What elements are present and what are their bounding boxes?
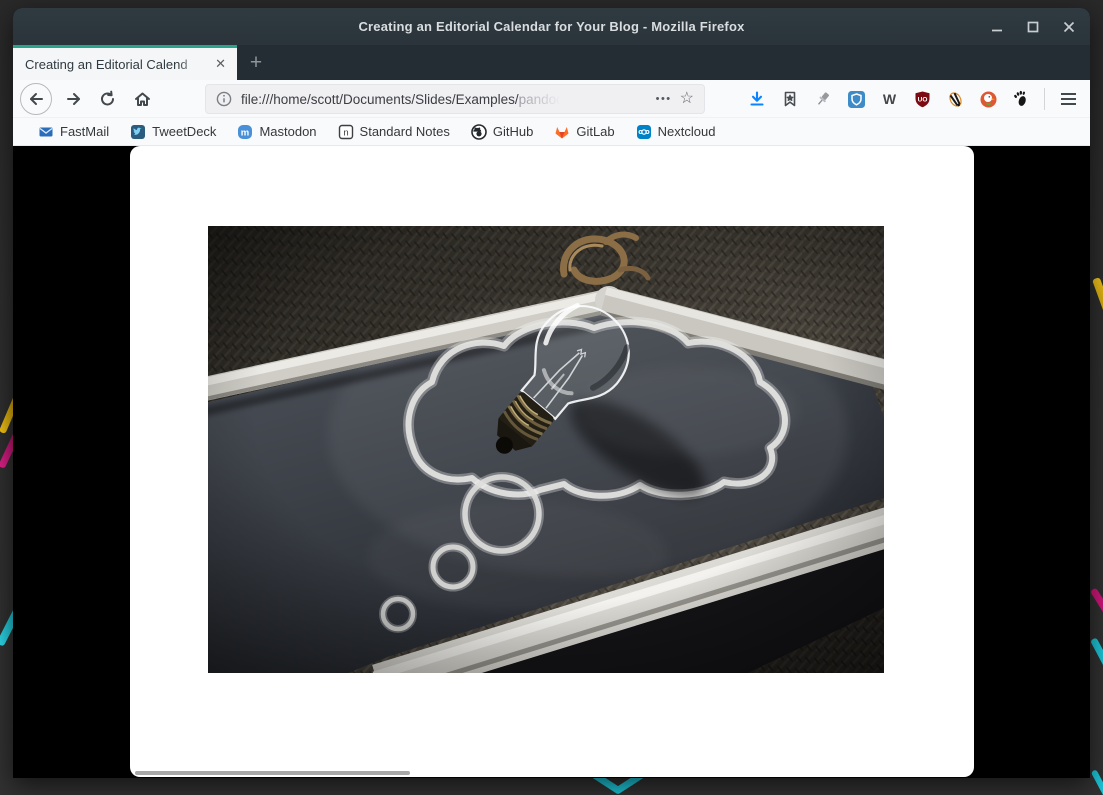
tab-active[interactable]: Creating an Editorial Calend ✕ <box>13 45 237 80</box>
wallpaper-streak <box>1091 769 1103 795</box>
nextcloud-icon <box>636 124 652 140</box>
home-icon <box>133 90 152 108</box>
bookmark-nextcloud[interactable]: Nextcloud <box>636 124 716 140</box>
bookmark-fastmail[interactable]: FastMail <box>38 124 109 140</box>
reload-button[interactable] <box>92 83 124 115</box>
svg-text:n: n <box>343 127 348 138</box>
bookmark-tweetdeck[interactable]: TweetDeck <box>130 124 216 140</box>
navigation-toolbar: file:///home/scott/Documents/Slides/Exam… <box>13 80 1090 118</box>
toolbar-separator <box>1044 88 1045 110</box>
close-icon[interactable] <box>1058 16 1080 38</box>
wallpaper-streak <box>1090 588 1103 624</box>
gnome-foot-icon[interactable] <box>1009 87 1033 111</box>
bookmark-star-icon[interactable]: ☆ <box>680 91 694 107</box>
tab-close-icon[interactable]: ✕ <box>211 54 230 74</box>
back-button[interactable] <box>20 83 52 115</box>
bird-icon <box>130 124 146 140</box>
ublock-origin-icon[interactable]: UO <box>910 87 934 111</box>
bookmark-standard-notes[interactable]: n Standard Notes <box>338 124 450 140</box>
back-icon <box>27 90 45 108</box>
url-input[interactable]: file:///home/scott/Documents/Slides/Exam… <box>241 92 652 107</box>
bookmark-github[interactable]: GitHub <box>471 124 533 140</box>
reload-icon <box>99 90 117 108</box>
home-button[interactable] <box>126 83 158 115</box>
svg-text:m: m <box>241 127 249 138</box>
menu-icon[interactable] <box>1056 87 1080 111</box>
wallabag-icon[interactable]: W <box>877 87 901 111</box>
slide-photo <box>208 226 884 673</box>
firefox-window: Creating an Editorial Calendar for Your … <box>13 8 1090 778</box>
window-title: Creating an Editorial Calendar for Your … <box>358 19 744 34</box>
bookmark-mastodon[interactable]: m Mastodon <box>237 124 316 140</box>
svg-text:UO: UO <box>917 96 927 103</box>
privacy-badger-icon[interactable] <box>943 87 967 111</box>
wallpaper-streak <box>1090 637 1103 677</box>
envelope-icon <box>38 124 54 140</box>
duckduckgo-icon[interactable] <box>976 87 1000 111</box>
bookmark-gitlab[interactable]: GitLab <box>554 124 614 140</box>
bookmarks-toolbar: FastMail TweetDeck m Mastodon n <box>13 118 1090 146</box>
slide-card <box>130 146 974 777</box>
desktop: Creating an Editorial Calendar for Your … <box>0 0 1103 795</box>
tab-bar: Creating an Editorial Calend ✕ + <box>13 45 1090 80</box>
window-titlebar[interactable]: Creating an Editorial Calendar for Your … <box>13 8 1090 45</box>
maximize-icon[interactable] <box>1022 16 1044 38</box>
bookmarks-ribbon-icon[interactable] <box>778 87 802 111</box>
page-actions-icon[interactable]: ••• <box>656 93 672 105</box>
wallpaper-streak <box>1092 277 1103 325</box>
new-tab-button[interactable]: + <box>237 45 275 80</box>
pin-icon[interactable] <box>811 87 835 111</box>
notes-icon: n <box>338 124 354 140</box>
page-viewport <box>13 146 1090 778</box>
gitlab-fox-icon <box>554 124 570 140</box>
downloads-icon[interactable] <box>745 87 769 111</box>
minimize-icon[interactable] <box>986 16 1008 38</box>
mastodon-icon: m <box>237 124 253 140</box>
svg-text:W: W <box>882 91 896 107</box>
forward-button[interactable] <box>58 83 90 115</box>
slide-progress-bar[interactable] <box>135 771 410 775</box>
forward-icon <box>65 90 83 108</box>
bitwarden-icon[interactable] <box>844 87 868 111</box>
info-icon[interactable] <box>216 91 232 107</box>
github-icon <box>471 124 487 140</box>
url-bar[interactable]: file:///home/scott/Documents/Slides/Exam… <box>205 84 705 114</box>
tab-title: Creating an Editorial Calend <box>25 57 211 72</box>
